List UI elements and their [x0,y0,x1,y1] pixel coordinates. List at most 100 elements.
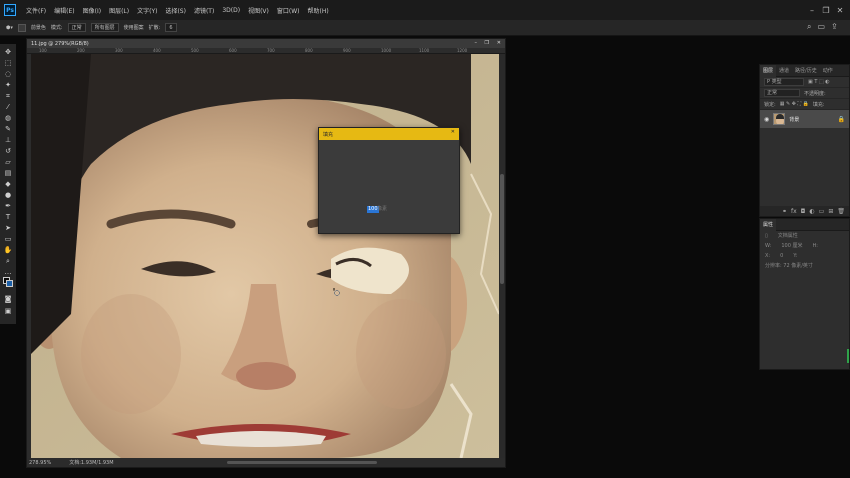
quick-mask-icon[interactable]: ◙ [2,294,14,304]
doc-close-icon[interactable]: ✕ [497,40,501,46]
tool-bar: ✥ ⬚ ◌ ✦ ⌗ ⁄ ◍ ✎ ⊥ ↺ ▱ ▤ ◆ ● ✒ T ➤ ▭ ✋ ⌕ … [0,44,16,324]
path-select-icon[interactable]: ➤ [2,223,14,233]
crop-tool-icon[interactable]: ⌗ [2,91,14,101]
blur-tool-icon[interactable]: ◆ [2,179,14,189]
menu-view[interactable]: 视图(V) [244,6,273,15]
marquee-tool-icon[interactable]: ⬚ [2,58,14,68]
menu-select[interactable]: 选择(S) [161,6,190,15]
pen-tool-icon[interactable]: ✒ [2,201,14,211]
tool-preset-icon[interactable]: ⬢▾ [6,25,13,31]
menu-type[interactable]: 文字(Y) [133,6,161,15]
fx-icon[interactable]: fx [791,208,797,215]
fill-value-unit: 像素 [377,206,388,212]
hand-tool-icon[interactable]: ✋ [2,245,14,255]
menu-3d[interactable]: 3D(D) [218,7,244,14]
ruler-tick: 1000 [381,48,392,53]
restore-icon[interactable]: ❐ [820,4,832,16]
fill-source-label[interactable]: 前景色 [31,24,46,31]
photo-canvas[interactable] [31,54,499,458]
menu-help[interactable]: 帮助(H) [304,6,333,15]
move-tool-icon[interactable]: ✥ [2,47,14,57]
dialog-title-bar[interactable]: 填充 ✕ [319,128,459,140]
vertical-scroll-thumb[interactable] [500,174,504,284]
history-brush-icon[interactable]: ↺ [2,146,14,156]
healing-brush-icon[interactable]: ◍ [2,113,14,123]
fill-swatch[interactable] [17,23,26,32]
spread-label: 扩散: [148,25,161,31]
blend-mode-select[interactable]: 正常 [67,23,86,32]
tab-actions[interactable]: 动作 [820,67,836,74]
layers-select[interactable]: 所有图层 [90,23,119,32]
link-icon[interactable]: ⚭ [782,208,787,215]
mask-icon[interactable]: ◘ [801,208,806,215]
doc-minimize-icon[interactable]: – [475,40,478,46]
gradient-tool-icon[interactable]: ▤ [2,168,14,178]
menu-layer[interactable]: 图层(L) [105,6,133,15]
document-window: 11.jpg @ 279%(RGB/8) – ❐ ✕ 100 200 300 4… [26,38,506,468]
top-right-icons: ⌕ ▭ ⇪ [807,22,838,32]
workspace-icon[interactable]: ▭ [817,22,825,32]
menu-image[interactable]: 图像(I) [79,6,105,15]
more-tools-icon[interactable]: … [2,267,14,277]
close-icon[interactable]: ✕ [451,129,455,135]
eyedropper-icon[interactable]: ⁄ [2,102,14,112]
eraser-tool-icon[interactable]: ▱ [2,157,14,167]
width-label: W: [765,243,772,249]
menu-window[interactable]: 窗口(W) [273,6,304,15]
eye-icon[interactable]: ◉ [764,116,769,123]
menu-file[interactable]: 文件(F) [22,6,50,15]
status-bar: 278.95% 文档:1.93M/1.93M [27,458,505,467]
properties-tabs: 属性 [760,218,849,231]
vertical-scrollbar[interactable] [499,54,505,458]
scroll-indicator [847,349,849,363]
menu-edit[interactable]: 编辑(E) [50,6,78,15]
tab-properties[interactable]: 属性 [760,218,777,231]
folder-icon[interactable]: ▭ [819,208,825,215]
search-icon[interactable]: ⌕ [807,22,811,32]
background-color-swatch[interactable] [6,280,13,287]
x-value[interactable]: 0 [780,251,783,261]
layer-filter-input[interactable]: P 类型 [764,78,804,86]
lasso-tool-icon[interactable]: ◌ [2,69,14,79]
stamp-tool-icon[interactable]: ⊥ [2,135,14,145]
screen-mode-icon[interactable]: ▣ [2,306,14,316]
brush-tool-icon[interactable]: ✎ [2,124,14,134]
dodge-tool-icon[interactable]: ● [2,190,14,200]
tab-layers[interactable]: 图层 [760,64,777,77]
doc-restore-icon[interactable]: ❐ [485,40,489,46]
filter-icons[interactable]: ▣ T ⬚ ◐ [808,79,830,85]
layers-panel-tabs: 图层 通道 路径/历史 动作 [760,64,849,77]
minimize-icon[interactable]: – [806,4,818,16]
layers-footer: ⚭ fx ◘ ◐ ▭ ⊞ 🗑 [760,206,849,216]
opacity-label: 不透明度: [804,90,826,97]
ruler-tick: 300 [115,48,123,53]
menu-bar: Ps 文件(F) 编辑(E) 图像(I) 图层(L) 文字(Y) 选择(S) 滤… [0,0,850,20]
lock-icons[interactable]: ▦ ✎ ✥ ⛶ 🔒 [780,101,809,107]
new-layer-icon[interactable]: ⊞ [828,208,833,215]
dialog-body: 100 像素 [319,140,459,233]
trash-icon[interactable]: 🗑 [837,208,845,215]
horizontal-scroll-thumb[interactable] [227,461,377,464]
document-info[interactable]: 文档:1.93M/1.93M [69,459,113,466]
type-tool-icon[interactable]: T [2,212,14,222]
fill-dialog: 填充 ✕ 100 像素 [318,127,460,234]
layer-row-background[interactable]: ◉ 背景 🔒 [760,110,849,128]
share-icon[interactable]: ⇪ [831,22,838,32]
tab-channels[interactable]: 通道 [776,67,792,74]
document-tab[interactable]: 11.jpg @ 279%(RGB/8) – ❐ ✕ [27,39,505,48]
adjustment-icon[interactable]: ◐ [809,208,814,215]
zoom-tool-icon[interactable]: ⌕ [2,256,14,266]
width-value[interactable]: 100 厘米 [781,241,802,251]
layer-blend-select[interactable]: 正常 [764,89,800,97]
magic-wand-icon[interactable]: ✦ [2,80,14,90]
tab-paths[interactable]: 路径/历史 [792,67,820,74]
menu-filter[interactable]: 滤镜(T) [190,6,218,15]
zoom-level[interactable]: 278.95% [29,460,51,466]
close-icon[interactable]: ✕ [834,4,846,16]
spread-input[interactable]: 6 [165,23,177,32]
pattern-checkbox-label[interactable]: 使用图案 [124,24,144,31]
ruler-tick: 600 [229,48,237,53]
shape-tool-icon[interactable]: ▭ [2,234,14,244]
layer-thumbnail [773,113,786,125]
document-title: 11.jpg @ 279%(RGB/8) [31,40,89,47]
